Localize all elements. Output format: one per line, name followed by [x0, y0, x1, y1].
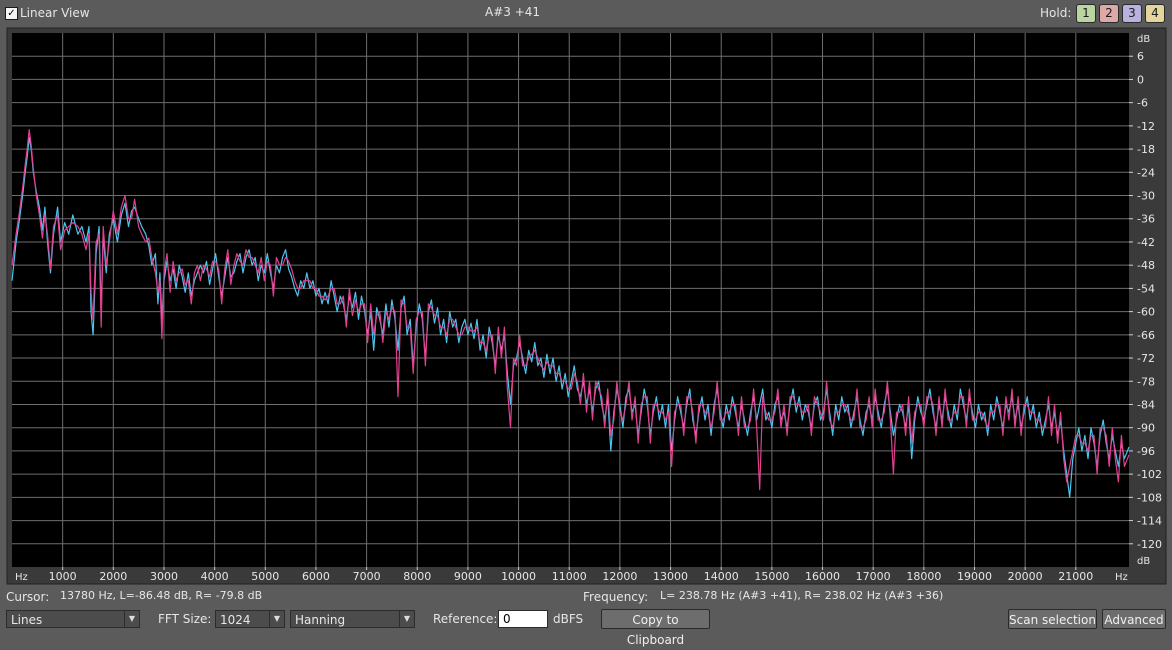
y-tick-label: -114 — [1137, 515, 1162, 528]
y-tick-label: -66 — [1137, 329, 1155, 342]
x-unit-label-right: Hz — [1115, 572, 1128, 583]
y-unit-label-bottom: dB — [1137, 556, 1150, 567]
cursor-readout: 13780 Hz, L=-86.48 dB, R= -79.8 dB — [60, 589, 263, 602]
x-tick-label: 13000 — [653, 570, 688, 583]
y-tick-label: -90 — [1137, 422, 1155, 435]
y-tick-label: -102 — [1137, 468, 1162, 481]
x-tick-label: 17000 — [856, 570, 891, 583]
reference-unit: dBFS — [553, 612, 584, 626]
x-unit-label-left: Hz — [15, 572, 28, 583]
chevron-down-icon: ▼ — [124, 611, 139, 627]
y-tick-label: -108 — [1137, 491, 1162, 504]
chevron-down-icon: ▼ — [399, 611, 414, 627]
x-tick-label: 1000 — [49, 570, 77, 583]
x-tick-label: 18000 — [906, 570, 941, 583]
y-tick-label: -120 — [1137, 538, 1162, 551]
y-tick-label: -78 — [1137, 375, 1155, 388]
y-tick-label: -18 — [1137, 143, 1155, 156]
y-tick-label: -30 — [1137, 190, 1155, 203]
y-tick-label: -72 — [1137, 352, 1155, 365]
x-tick-label: 12000 — [602, 570, 637, 583]
y-tick-label: -96 — [1137, 445, 1155, 458]
fft-size-label: FFT Size: — [158, 612, 212, 626]
y-tick-label: -36 — [1137, 213, 1155, 226]
reference-input[interactable] — [498, 610, 548, 628]
x-tick-label: 19000 — [957, 570, 992, 583]
cursor-label: Cursor: — [6, 590, 50, 604]
frequency-label: Frequency: — [583, 590, 649, 604]
reference-label: Reference: — [433, 612, 498, 626]
x-tick-label: 15000 — [754, 570, 789, 583]
advanced-button[interactable]: Advanced — [1102, 609, 1166, 629]
x-tick-label: 2000 — [99, 570, 127, 583]
y-tick-label: -12 — [1137, 120, 1155, 133]
status-bar: Cursor: 13780 Hz, L=-86.48 dB, R= -79.8 … — [0, 586, 1172, 647]
x-tick-label: 5000 — [251, 570, 279, 583]
x-tick-label: 4000 — [201, 570, 229, 583]
x-tick-label: 11000 — [552, 570, 587, 583]
x-tick-label: 7000 — [353, 570, 381, 583]
scan-selection-button[interactable]: Scan selection — [1008, 609, 1097, 629]
y-tick-label: -84 — [1137, 398, 1155, 411]
y-tick-label: 0 — [1137, 73, 1144, 86]
y-unit-label-top: dB — [1137, 34, 1150, 45]
x-tick-label: 8000 — [403, 570, 431, 583]
y-tick-label: -24 — [1137, 166, 1155, 179]
x-tick-label: 6000 — [302, 570, 330, 583]
y-tick-label: -42 — [1137, 236, 1155, 249]
y-tick-label: 6 — [1137, 50, 1144, 63]
x-tick-label: 20000 — [1008, 570, 1043, 583]
x-tick-label: 3000 — [150, 570, 178, 583]
spectrum-chart[interactable]: 6 0 -6 -12 -18 -24 -30 -36 -42 -48 -54 -60 -66 -72 -78… — [0, 0, 1172, 586]
plot-area[interactable] — [12, 33, 1129, 567]
y-tick-label: -60 — [1137, 306, 1155, 319]
window-function-value: Hanning — [295, 613, 346, 627]
y-tick-label: -48 — [1137, 259, 1155, 272]
fft-size-select[interactable]: 1024 ▼ — [215, 610, 285, 628]
display-mode-value: Lines — [11, 613, 43, 627]
window-function-select[interactable]: Hanning ▼ — [290, 610, 415, 628]
y-tick-label: -54 — [1137, 282, 1155, 295]
x-tick-label: 9000 — [454, 570, 482, 583]
y-tick-label: -6 — [1137, 97, 1148, 110]
chevron-down-icon: ▼ — [269, 611, 284, 627]
copy-to-clipboard-button[interactable]: Copy to Clipboard — [601, 609, 710, 647]
x-tick-label: 10000 — [501, 570, 536, 583]
x-tick-label: 14000 — [704, 570, 739, 583]
frequency-readout: L= 238.78 Hz (A#3 +41), R= 238.02 Hz (A#… — [660, 589, 944, 602]
fft-size-value: 1024 — [220, 613, 251, 627]
display-mode-select[interactable]: Lines ▼ — [6, 610, 140, 628]
x-tick-label: 16000 — [805, 570, 840, 583]
x-tick-label: 21000 — [1058, 570, 1093, 583]
